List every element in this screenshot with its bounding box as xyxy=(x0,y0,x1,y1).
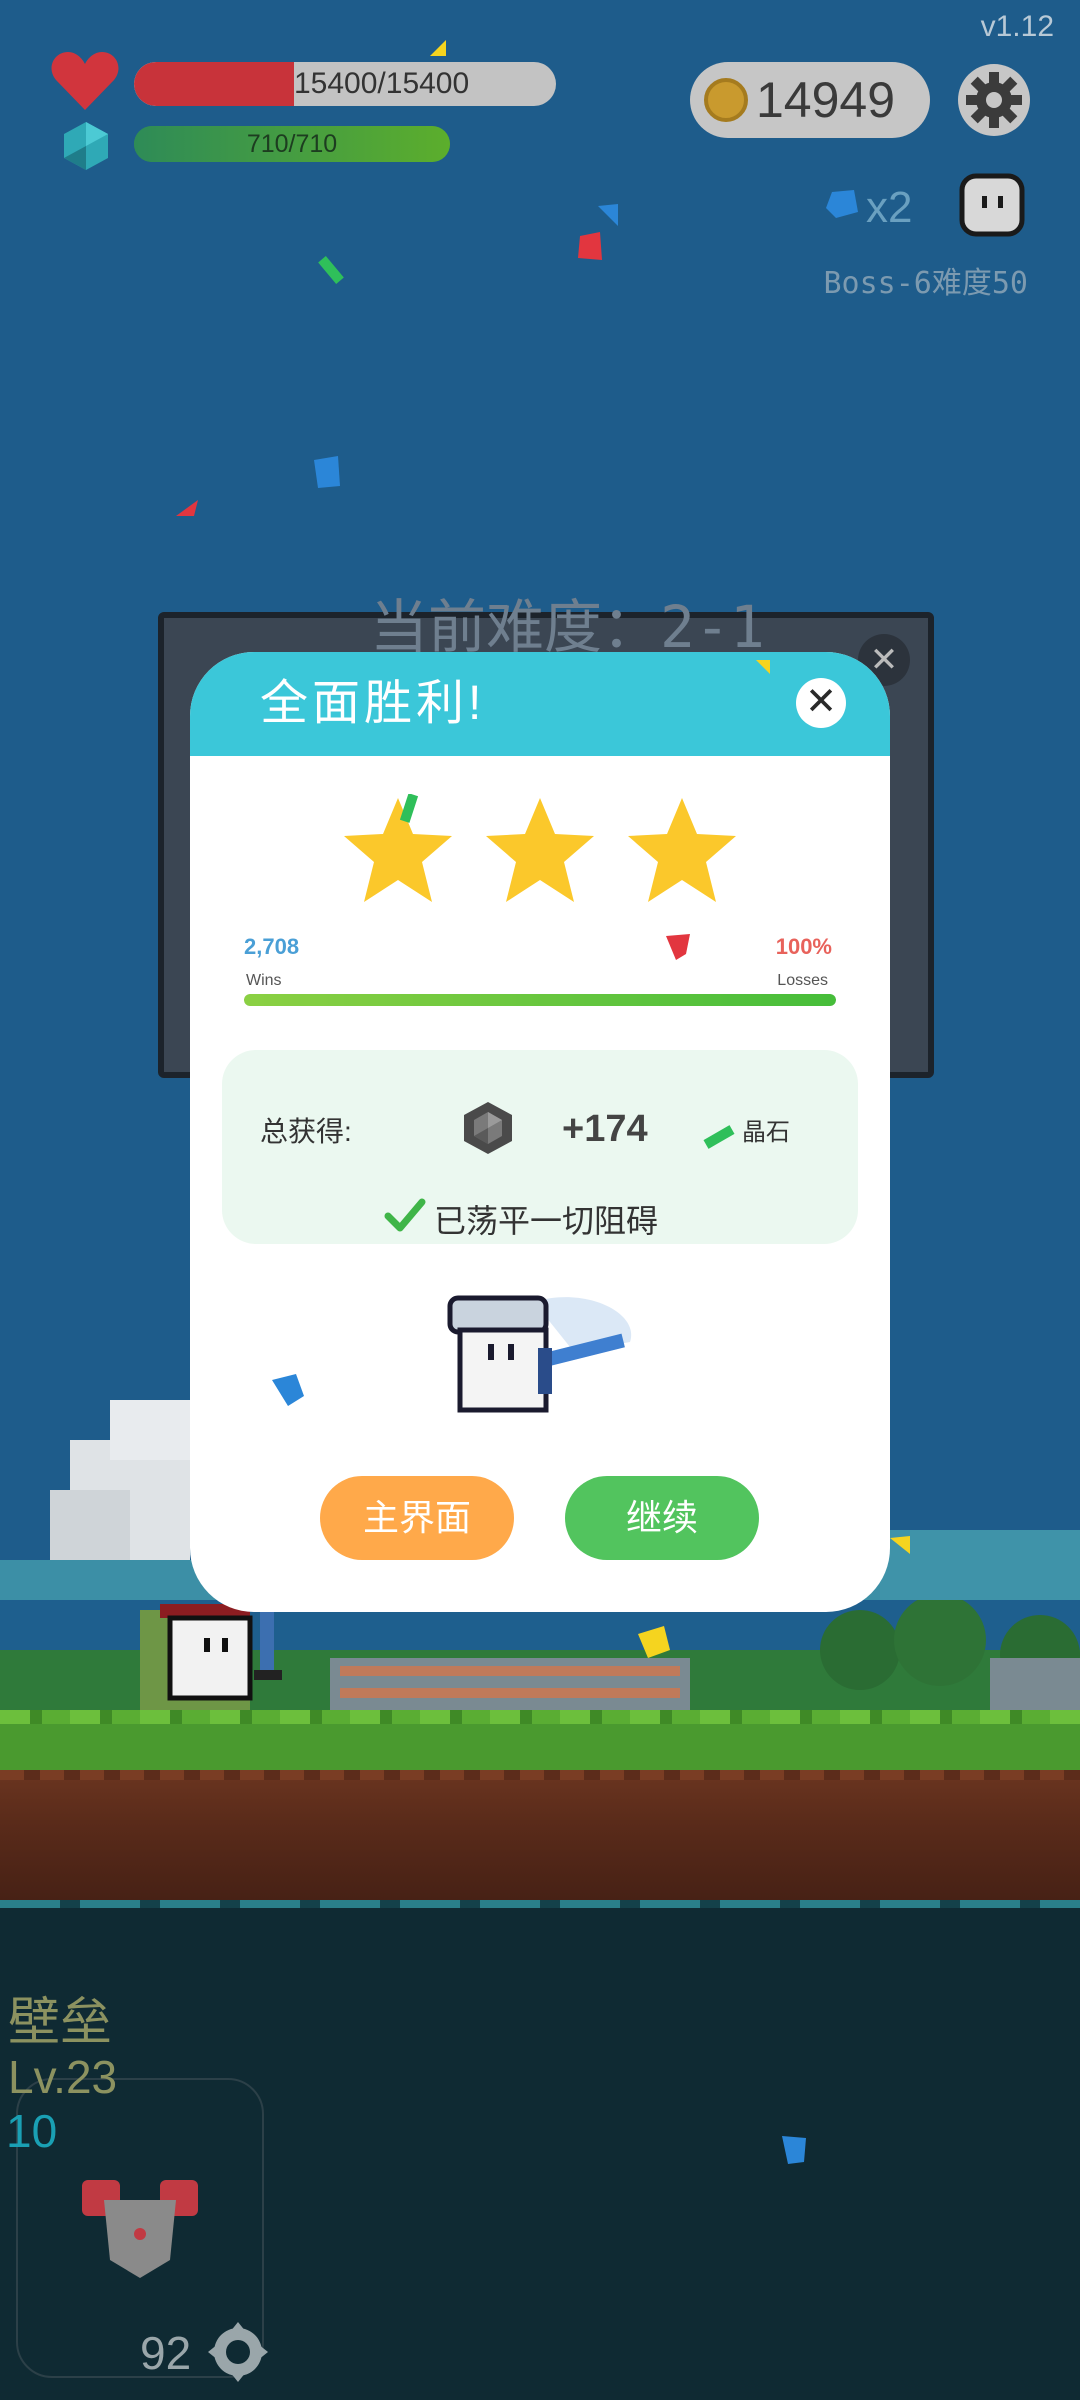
check-icon xyxy=(384,1198,426,1232)
modal-header: 全面胜利! ✕ xyxy=(190,652,890,756)
reward-card: 总获得: +174 晶石 已荡平一切阻碍 xyxy=(222,1050,858,1244)
coin-amount: 14949 xyxy=(756,72,896,128)
settings-gear-icon[interactable] xyxy=(958,64,1030,136)
confetti-piece xyxy=(598,204,618,226)
confetti-piece xyxy=(638,1626,670,1658)
reward-label: 总获得: xyxy=(260,1116,352,1147)
skill-cost: 92 xyxy=(140,2327,192,2379)
crystal-hex-icon xyxy=(464,1102,512,1154)
main-menu-button[interactable]: 主界面 xyxy=(320,1476,514,1560)
hp-bar-fill xyxy=(134,62,295,106)
confetti-piece xyxy=(176,500,198,516)
close-icon[interactable]: ✕ xyxy=(796,678,846,728)
confetti-piece xyxy=(400,794,419,823)
hp-bar: 15400/15400 xyxy=(134,62,556,106)
hp-text: 15400/15400 xyxy=(294,67,470,100)
coin-icon xyxy=(704,78,748,122)
victory-modal: 全面胜利! ✕ 2,708 Wins 100% Losses 总获得: +174… xyxy=(190,652,890,1612)
win-progress-bar xyxy=(244,994,836,1006)
confetti-piece xyxy=(756,660,770,674)
skill-name: 壁垒 xyxy=(8,1994,113,2052)
mana-gem-icon xyxy=(64,122,108,170)
heart-icon xyxy=(51,52,119,110)
mp-text: 710/710 xyxy=(246,130,338,158)
losses-value: 100% xyxy=(775,934,832,959)
grass-strip xyxy=(0,1710,1080,1770)
boss-difficulty-label: Boss-6难度50 xyxy=(823,266,1029,301)
knight-character-icon xyxy=(447,1295,632,1413)
crystal-icon xyxy=(826,190,858,218)
reward-unit: 晶石 xyxy=(742,1119,790,1146)
win-progress-fill xyxy=(244,994,836,1006)
modal-title: 全面胜利! xyxy=(260,677,486,730)
gear-currency-icon xyxy=(208,2322,268,2382)
armor-skill-icon xyxy=(82,2180,198,2278)
confetti-piece xyxy=(430,40,446,56)
losses-label: Losses xyxy=(777,972,828,989)
version-label: v1.12 xyxy=(980,10,1054,43)
star-icon xyxy=(486,798,594,902)
continue-button[interactable]: 继续 xyxy=(565,1476,759,1560)
crystal-multiplier-text: x2 xyxy=(866,183,913,232)
confetti-piece xyxy=(272,1374,304,1406)
reward-amount: +174 xyxy=(562,1108,648,1150)
mp-bar: 710/710 xyxy=(134,126,450,162)
star-icon xyxy=(628,798,736,902)
cleared-message: 已荡平一切阻碍 xyxy=(434,1203,659,1239)
skill-level: Lv.23 xyxy=(8,2051,118,2103)
confetti-piece xyxy=(578,232,602,260)
skill-value: 10 xyxy=(6,2105,58,2157)
star-rating xyxy=(190,792,890,922)
wins-label: Wins xyxy=(246,972,282,989)
dirt-strip xyxy=(0,1770,1080,1900)
confetti-piece xyxy=(890,1536,910,1554)
coin-counter: 14949 xyxy=(690,62,930,138)
wins-count: 2,708 xyxy=(244,934,300,959)
confetti-piece xyxy=(318,256,344,284)
confetti-piece xyxy=(314,456,340,488)
confetti-piece xyxy=(666,934,690,960)
confetti-piece xyxy=(703,1125,735,1149)
star-icon xyxy=(344,798,452,902)
confetti-piece xyxy=(782,2136,806,2164)
ghost-pet-icon[interactable] xyxy=(958,170,1026,238)
